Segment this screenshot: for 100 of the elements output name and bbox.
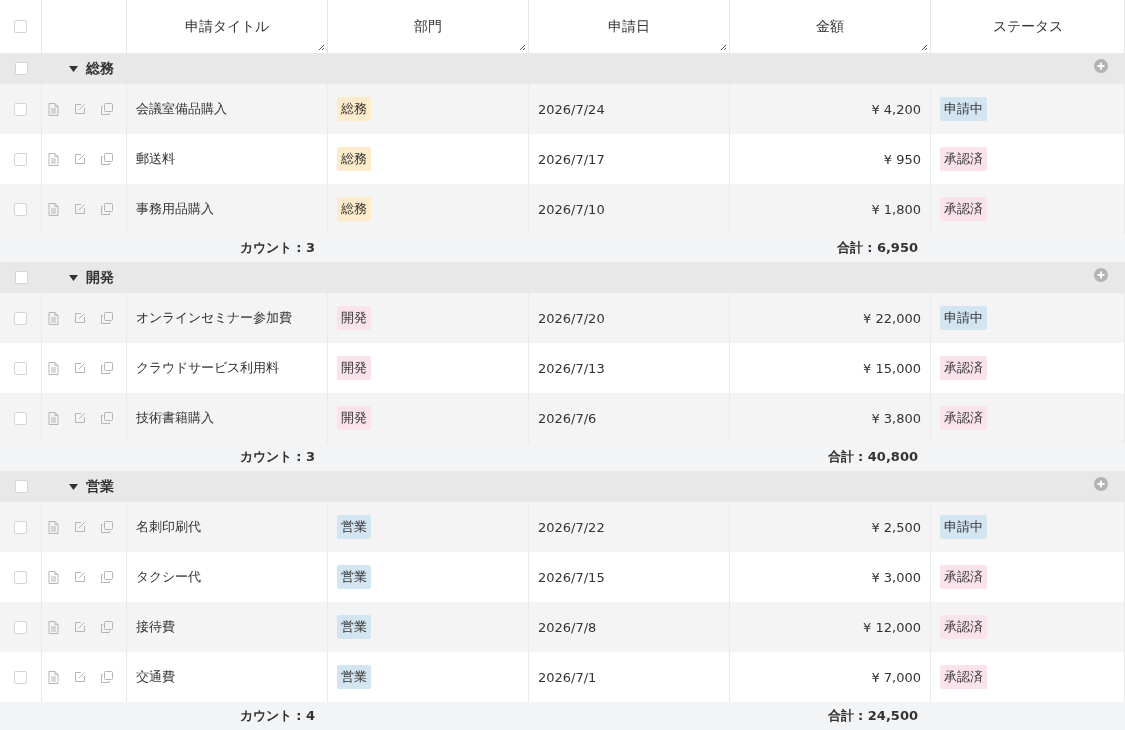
table-cell: 2026/7/24: [538, 101, 605, 117]
checkbox[interactable]: [14, 20, 27, 33]
checkbox[interactable]: [14, 411, 27, 425]
department-tag: 営業: [337, 515, 371, 539]
group-total: 合計 : 6,950: [836, 239, 918, 257]
copy-icon[interactable]: [101, 312, 113, 324]
table-cell: ¥ 22,000: [863, 310, 921, 326]
table-cell: ¥ 4,200: [871, 101, 921, 117]
copy-icon[interactable]: [101, 362, 113, 374]
group-title: 営業: [86, 477, 114, 496]
copy-icon[interactable]: [101, 412, 113, 424]
document-icon[interactable]: [48, 411, 59, 425]
copy-icon[interactable]: [101, 621, 113, 633]
resize-handle-icon[interactable]: [318, 44, 325, 51]
edit-icon[interactable]: [74, 412, 86, 424]
resize-handle-icon[interactable]: [720, 44, 727, 51]
table-cell: 会議室備品購入: [136, 100, 227, 118]
table-cell: 郵送料: [136, 150, 175, 168]
status-tag: 承認済: [940, 406, 987, 430]
add-icon[interactable]: [1094, 268, 1108, 282]
group-count: カウント : 3: [239, 448, 315, 466]
edit-icon[interactable]: [74, 203, 86, 215]
group-title: 総務: [86, 59, 114, 78]
checkbox[interactable]: [14, 152, 27, 166]
table-cell: ¥ 12,000: [863, 619, 921, 635]
document-icon[interactable]: [48, 311, 59, 325]
caret-icon[interactable]: [69, 274, 78, 281]
caret-icon[interactable]: [69, 483, 78, 490]
department-tag: 営業: [337, 615, 371, 639]
table-cell: 交通費: [136, 668, 175, 686]
add-icon[interactable]: [1094, 59, 1108, 73]
column-header[interactable]: 金額: [816, 17, 844, 36]
checkbox[interactable]: [14, 480, 28, 493]
table-cell: 事務用品購入: [136, 200, 214, 218]
document-icon[interactable]: [48, 361, 59, 375]
group-total: 合計 : 24,500: [827, 707, 918, 725]
status-tag: 承認済: [940, 356, 987, 380]
table-cell: ¥ 7,000: [871, 669, 921, 685]
checkbox[interactable]: [14, 570, 27, 584]
document-icon[interactable]: [48, 570, 59, 584]
edit-icon[interactable]: [74, 671, 86, 683]
edit-icon[interactable]: [74, 521, 86, 533]
copy-icon[interactable]: [101, 521, 113, 533]
table-cell: ¥ 3,000: [871, 569, 921, 585]
checkbox[interactable]: [14, 670, 27, 684]
edit-icon[interactable]: [74, 362, 86, 374]
table-cell: 接待費: [136, 618, 175, 636]
table-cell: オンラインセミナー参加費: [136, 309, 292, 327]
table-cell: 2026/7/22: [538, 519, 605, 535]
table-cell: 2026/7/10: [538, 201, 605, 217]
table-cell: ¥ 1,800: [871, 201, 921, 217]
edit-icon[interactable]: [74, 571, 86, 583]
department-tag: 営業: [337, 565, 371, 589]
copy-icon[interactable]: [101, 103, 113, 115]
checkbox[interactable]: [14, 361, 27, 375]
column-header[interactable]: 申請タイトル: [185, 17, 269, 36]
resize-handle-icon[interactable]: [921, 44, 928, 51]
table-cell: ¥ 950: [883, 151, 921, 167]
group-title: 開発: [86, 268, 114, 287]
department-tag: 開発: [337, 306, 371, 330]
document-icon[interactable]: [48, 152, 59, 166]
status-tag: 承認済: [940, 615, 987, 639]
checkbox[interactable]: [14, 520, 27, 534]
group-count: カウント : 4: [239, 707, 315, 725]
column-header[interactable]: ステータス: [992, 17, 1063, 36]
document-icon[interactable]: [48, 202, 59, 216]
copy-icon[interactable]: [101, 571, 113, 583]
checkbox[interactable]: [14, 311, 27, 325]
checkbox[interactable]: [14, 102, 27, 116]
column-header[interactable]: 部門: [414, 17, 442, 36]
table-cell: クラウドサービス利用料: [136, 359, 279, 377]
document-icon[interactable]: [48, 102, 59, 116]
document-icon[interactable]: [48, 520, 59, 534]
document-icon[interactable]: [48, 620, 59, 634]
group-total: 合計 : 40,800: [827, 448, 918, 466]
edit-icon[interactable]: [74, 103, 86, 115]
table-cell: タクシー代: [136, 568, 201, 586]
status-tag: 申請中: [940, 306, 987, 330]
edit-icon[interactable]: [74, 312, 86, 324]
checkbox[interactable]: [14, 202, 27, 216]
copy-icon[interactable]: [101, 671, 113, 683]
table-cell: 2026/7/15: [538, 569, 605, 585]
status-tag: 申請中: [940, 97, 987, 121]
resize-handle-icon[interactable]: [519, 44, 526, 51]
checkbox[interactable]: [14, 620, 27, 634]
table-cell: ¥ 2,500: [871, 519, 921, 535]
edit-icon[interactable]: [74, 621, 86, 633]
caret-icon[interactable]: [69, 65, 78, 72]
checkbox[interactable]: [14, 271, 28, 284]
copy-icon[interactable]: [101, 203, 113, 215]
copy-icon[interactable]: [101, 153, 113, 165]
department-tag: 総務: [337, 197, 371, 221]
document-icon[interactable]: [48, 670, 59, 684]
table-cell: 名刺印刷代: [136, 518, 201, 536]
checkbox[interactable]: [14, 62, 28, 75]
table-cell: 2026/7/17: [538, 151, 605, 167]
edit-icon[interactable]: [74, 153, 86, 165]
add-icon[interactable]: [1094, 477, 1108, 491]
department-tag: 営業: [337, 665, 371, 689]
column-header[interactable]: 申請日: [608, 17, 650, 36]
